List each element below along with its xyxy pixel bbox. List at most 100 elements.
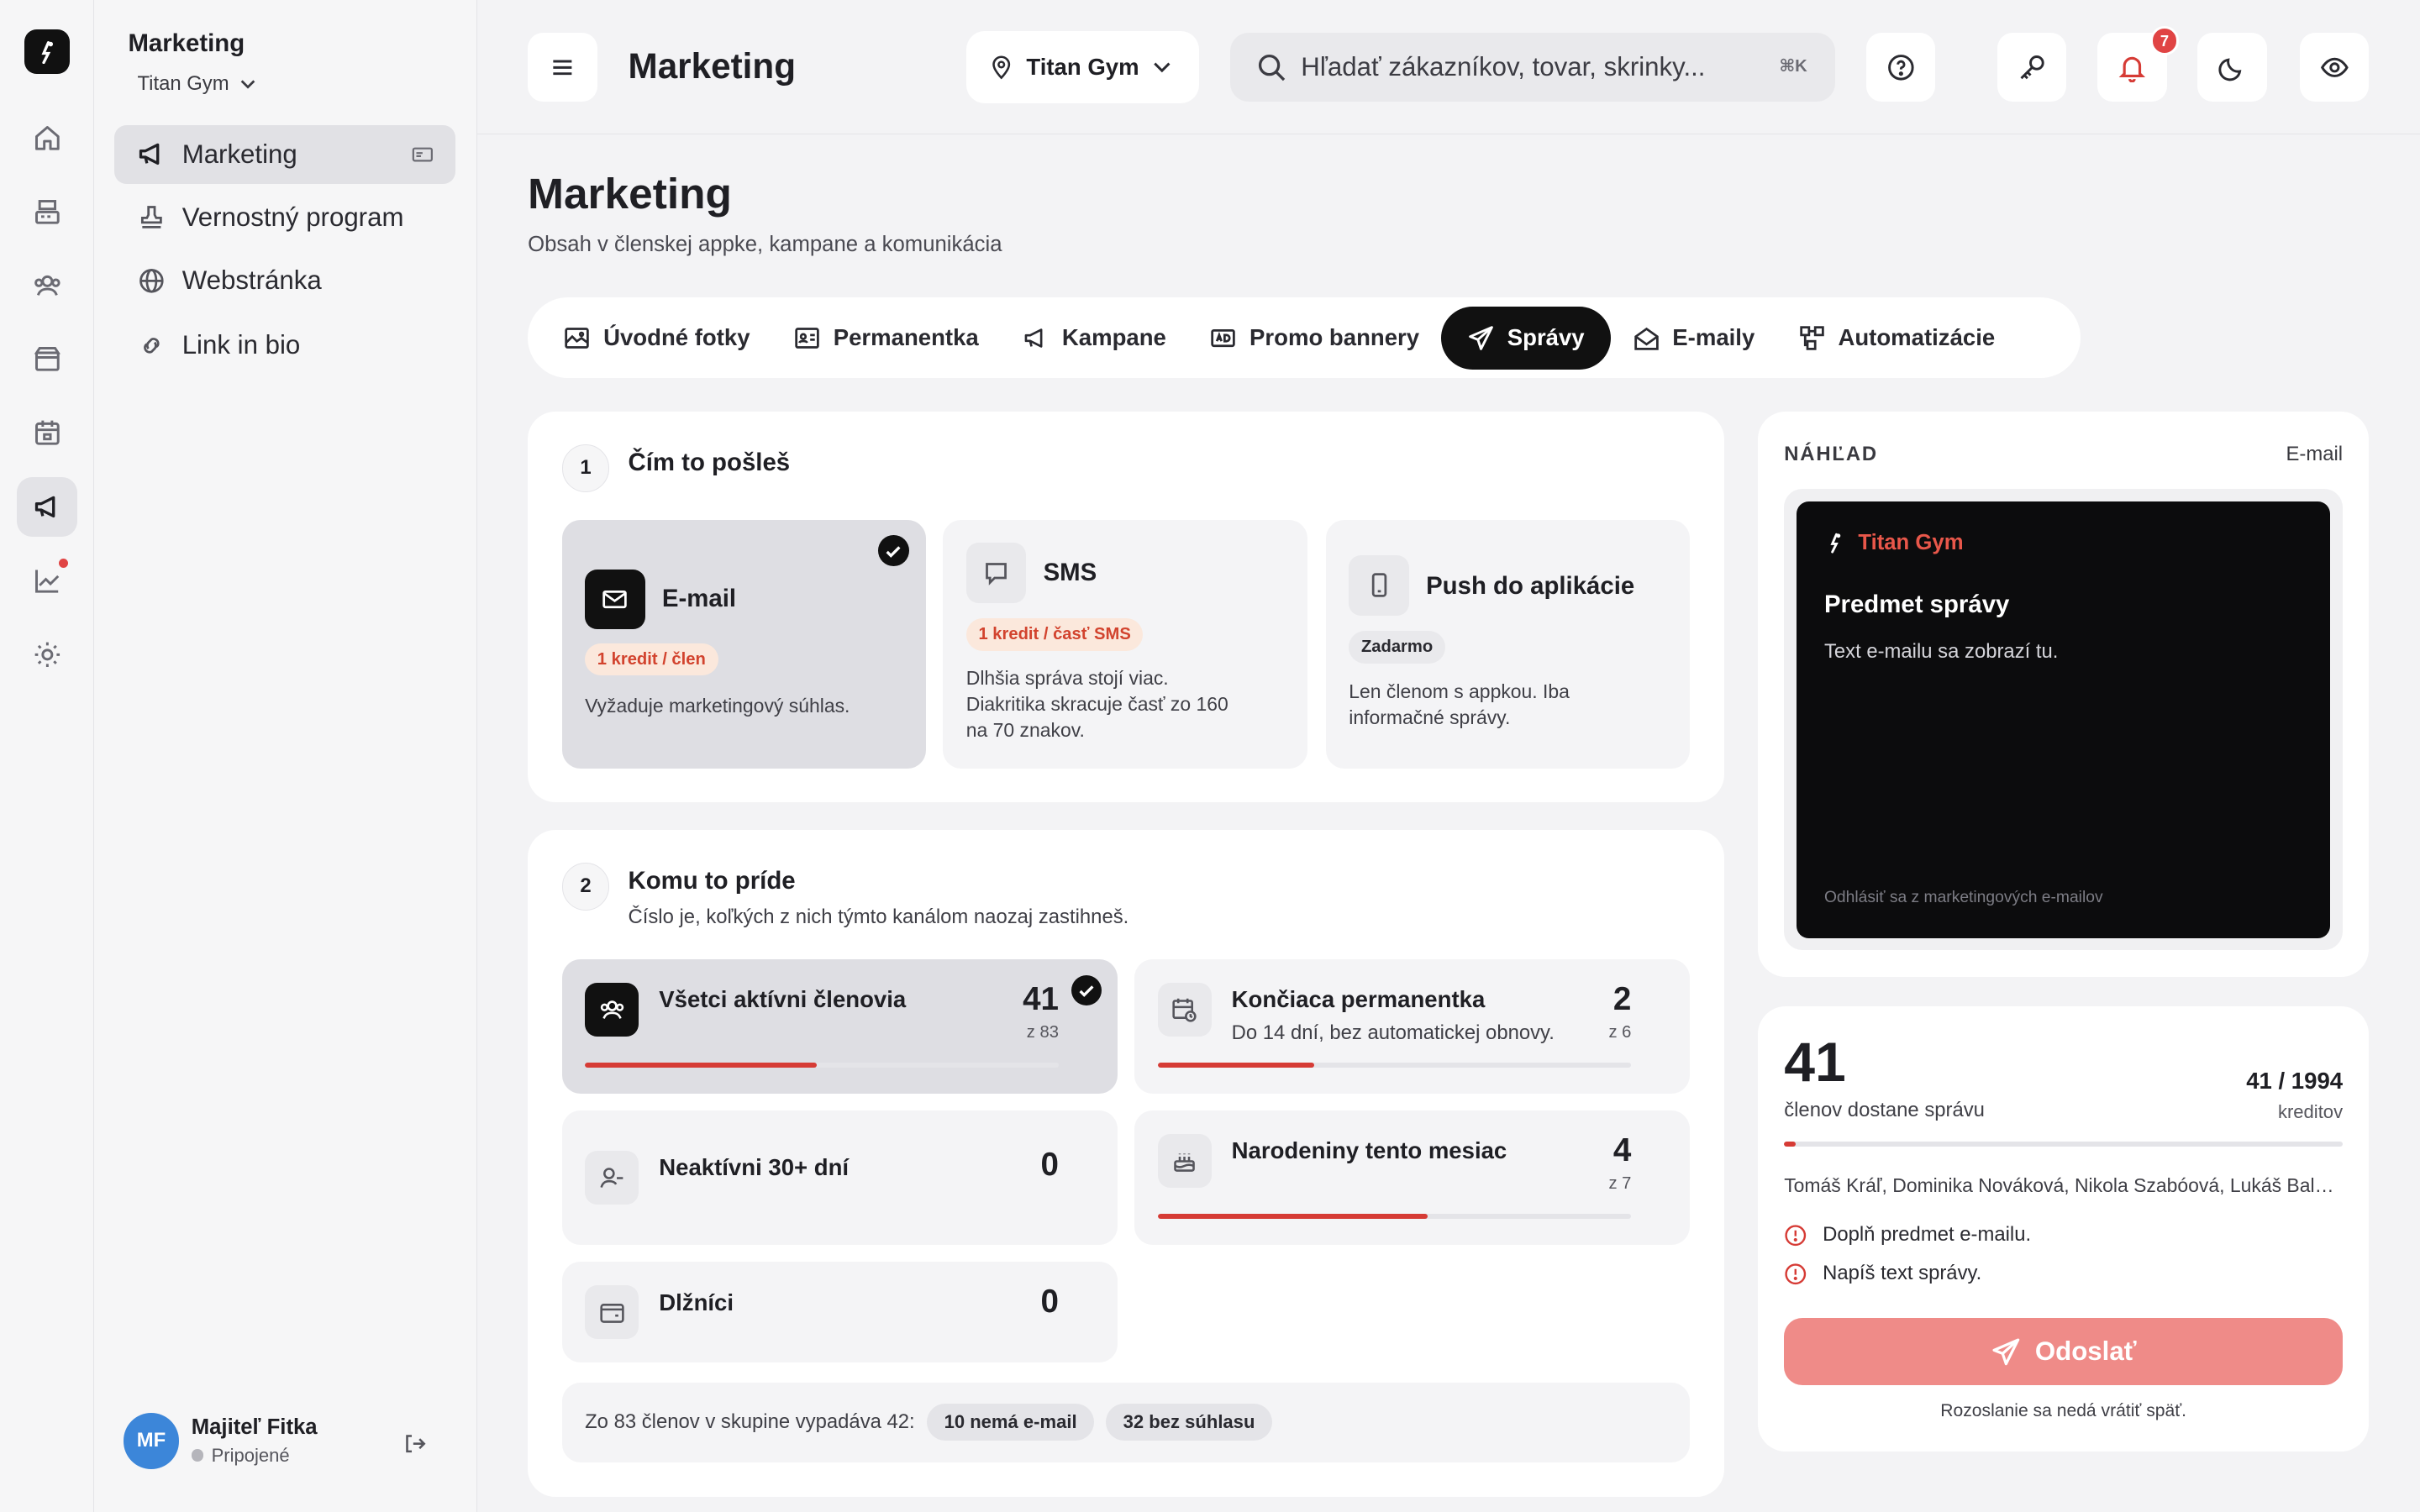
email-preview-frame: Titan Gym Predmet správy Text e-mailu sa… bbox=[1784, 489, 2344, 951]
audience-total: z 83 bbox=[1026, 1022, 1059, 1042]
channel-option-sms[interactable]: SMS 1 kredit / časť SMS Dlhšia správa st… bbox=[943, 519, 1307, 769]
no-email-chip[interactable]: 10 nemá e-mail bbox=[927, 1404, 1094, 1441]
channel-title: SMS bbox=[1043, 558, 1097, 586]
chevron-down-icon bbox=[240, 80, 255, 89]
avatar: MF bbox=[123, 1413, 180, 1469]
audience-title: Dlžníci bbox=[659, 1289, 734, 1316]
audience-option-debtors[interactable]: Dlžníci 0 bbox=[561, 1262, 1118, 1362]
audience-description: Do 14 dní, bez automatickej obnovy. bbox=[1231, 1021, 1555, 1044]
preview-brand-name: Titan Gym bbox=[1858, 530, 1964, 554]
tab-promo-banners[interactable]: Promo bannery bbox=[1188, 307, 1441, 370]
mail-open-icon bbox=[1634, 327, 1659, 350]
sidebar-item-website[interactable]: Webstránka bbox=[114, 251, 455, 310]
sidebar-item-marketing[interactable]: Marketing bbox=[113, 124, 455, 184]
recipient-count-label: členov dostane správu bbox=[1784, 1098, 1985, 1121]
audience-progress bbox=[1157, 1063, 1632, 1068]
warning-item: Doplň predmet e-mailu. bbox=[1784, 1223, 2031, 1247]
tab-membership[interactable]: Permanentka bbox=[771, 307, 1000, 370]
audience-option-birthdays[interactable]: Narodeniny tento mesiac 4 z 7 bbox=[1134, 1110, 1691, 1246]
user-minus-icon bbox=[585, 1151, 639, 1205]
preview-body: Text e-mailu sa zobrazí tu. bbox=[1823, 640, 2059, 664]
audience-progress-fill bbox=[1157, 1214, 1428, 1219]
shop-icon[interactable] bbox=[17, 328, 77, 389]
mail-icon bbox=[585, 569, 645, 630]
chevron-down-icon bbox=[1154, 62, 1171, 73]
audience-option-inactive[interactable]: Neaktívni 30+ dní 0 bbox=[561, 1110, 1118, 1246]
channel-description: Vyžaduje marketingový súhlas. bbox=[585, 694, 850, 717]
tab-intro-photos[interactable]: Úvodné fotky bbox=[542, 307, 772, 370]
eye-icon bbox=[2320, 57, 2349, 77]
gym-switcher[interactable]: Titan Gym bbox=[137, 72, 256, 96]
send-button[interactable]: Odoslať bbox=[1784, 1317, 2344, 1386]
users-icon bbox=[585, 982, 639, 1037]
settings-gear-icon[interactable] bbox=[17, 625, 77, 685]
app-logo-icon[interactable] bbox=[24, 29, 70, 75]
user-profile[interactable]: MF Majiteľ Fitka Pripojené bbox=[123, 1413, 318, 1469]
audience-progress bbox=[585, 1063, 1059, 1068]
tab-emails[interactable]: E-maily bbox=[1611, 307, 1776, 370]
audience-progress bbox=[1157, 1214, 1632, 1219]
image-icon bbox=[565, 327, 590, 349]
stats-alert-dot bbox=[58, 558, 68, 568]
audience-count: 41 bbox=[1023, 981, 1059, 1018]
selected-check-icon bbox=[878, 535, 909, 567]
status-dot-icon bbox=[191, 1449, 204, 1462]
audience-card-title: Komu to príde bbox=[628, 867, 796, 895]
members-icon[interactable] bbox=[17, 256, 77, 317]
search-input[interactable]: Hľadať zákazníkov, tovar, skrinky... ⌘K bbox=[1229, 32, 1835, 102]
location-label: Titan Gym bbox=[1026, 53, 1139, 80]
tab-bar: Úvodné fotky Permanentka Kampane Promo b… bbox=[528, 297, 2081, 378]
preview-mode-button[interactable] bbox=[2299, 32, 2370, 102]
bell-icon bbox=[2118, 56, 2146, 82]
help-button[interactable] bbox=[1865, 32, 1936, 102]
step-number: 1 bbox=[561, 444, 610, 492]
alert-circle-icon bbox=[1785, 1225, 1807, 1246]
preview-subject: Predmet správy bbox=[1823, 591, 2010, 619]
topbar: Marketing Titan Gym Hľadať zákazníkov, t… bbox=[476, 0, 2420, 134]
audience-count: 0 bbox=[1040, 1146, 1059, 1183]
id-card-icon bbox=[795, 327, 819, 349]
sidebar-item-link-in-bio[interactable]: Link in bio bbox=[114, 317, 455, 375]
audience-option-expiring-pass[interactable]: Končiaca permanentka Do 14 dní, bez auto… bbox=[1134, 959, 1691, 1095]
calendar-icon[interactable] bbox=[17, 402, 77, 463]
search-icon bbox=[1258, 54, 1286, 81]
sidebar-item-label: Webstránka bbox=[182, 265, 322, 296]
register-icon[interactable] bbox=[17, 182, 77, 243]
tab-label: Kampane bbox=[1061, 324, 1166, 351]
stats-chart-icon[interactable] bbox=[17, 551, 77, 612]
notifications-button[interactable]: 7 bbox=[2097, 26, 2180, 102]
dark-mode-toggle[interactable] bbox=[2197, 32, 2268, 102]
audience-title: Narodeniny tento mesiac bbox=[1231, 1137, 1507, 1163]
page-title: Marketing bbox=[528, 169, 732, 218]
tab-campaigns[interactable]: Kampane bbox=[1000, 307, 1187, 370]
no-consent-chip[interactable]: 32 bez súhlasu bbox=[1106, 1404, 1272, 1441]
calendar-clock-icon bbox=[1157, 982, 1212, 1037]
channel-option-push[interactable]: Push do aplikácie Zadarmo Len členom s a… bbox=[1325, 519, 1691, 769]
logout-icon[interactable] bbox=[402, 1431, 427, 1456]
audience-option-active-members[interactable]: Všetci aktívni členovia 41 z 83 bbox=[561, 959, 1118, 1095]
tab-label: Permanentka bbox=[833, 324, 979, 351]
tab-label: Úvodné fotky bbox=[603, 324, 750, 351]
recipient-names: Tomáš Kráľ, Dominika Nováková, Nikola Sz… bbox=[1784, 1173, 2344, 1196]
warning-text: Napíš text správy. bbox=[1823, 1262, 1982, 1285]
audience-total: z 6 bbox=[1608, 1022, 1632, 1042]
send-icon bbox=[1992, 1338, 2019, 1365]
channel-option-email[interactable]: E-mail 1 kredit / člen Vyžaduje marketin… bbox=[561, 519, 926, 769]
sidebar-item-loyalty[interactable]: Vernostný program bbox=[114, 188, 455, 247]
tab-messages[interactable]: Správy bbox=[1440, 306, 1611, 370]
menu-toggle-button[interactable] bbox=[528, 32, 597, 102]
gym-switcher-label: Titan Gym bbox=[137, 72, 229, 96]
user-name: Majiteľ Fitka bbox=[191, 1415, 318, 1440]
marketing-megaphone-icon[interactable] bbox=[17, 476, 77, 538]
user-status-label: Pripojené bbox=[211, 1444, 290, 1466]
link-icon bbox=[143, 338, 160, 354]
map-pin-icon bbox=[992, 55, 1011, 80]
keys-button[interactable] bbox=[1996, 32, 2067, 102]
sidebar-item-label: Marketing bbox=[182, 139, 297, 169]
price-badge: 1 kredit / časť SMS bbox=[965, 618, 1144, 652]
location-select[interactable]: Titan Gym bbox=[965, 30, 1200, 104]
home-icon[interactable] bbox=[17, 108, 77, 169]
chat-bubble-icon bbox=[965, 543, 1027, 604]
tab-automations[interactable]: Automatizácie bbox=[1776, 307, 2017, 370]
sidebar-title: Marketing bbox=[128, 29, 245, 57]
